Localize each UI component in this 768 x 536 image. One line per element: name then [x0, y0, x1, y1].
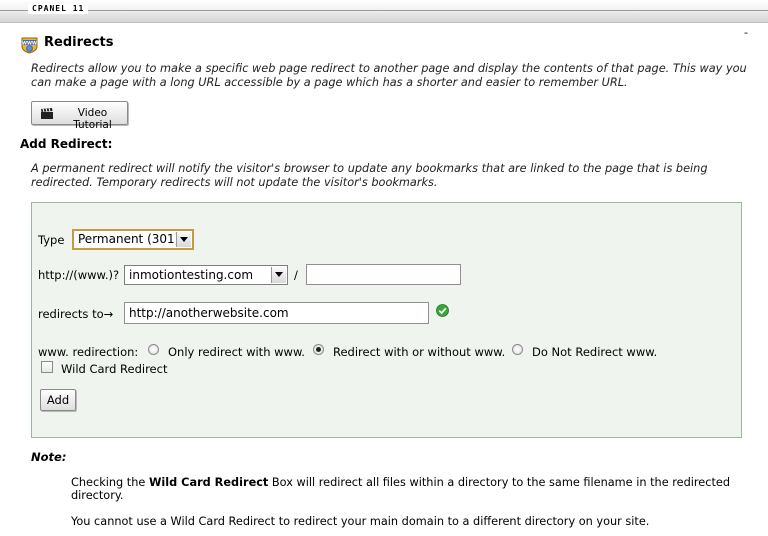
- type-select-value: Permanent (301): [78, 232, 180, 246]
- radio-with-or-without-www-label: Redirect with or without www.: [333, 345, 506, 359]
- type-label: Type: [38, 233, 65, 247]
- video-tutorial-button[interactable]: Video Tutorial: [31, 101, 128, 131]
- minimize-mark: -: [744, 26, 748, 39]
- path-separator: /: [294, 268, 298, 282]
- add-redirect-heading: Add Redirect:: [20, 137, 113, 151]
- url-prefix-label: http://(www.)?: [38, 268, 120, 282]
- add-button[interactable]: Add: [40, 389, 76, 411]
- page-title: Redirects: [44, 35, 114, 50]
- note-text-bold: Wild Card Redirect: [148, 476, 269, 489]
- redirects-to-label: redirects to→: [38, 307, 114, 321]
- video-tutorial-label: Video Tutorial: [73, 107, 112, 131]
- note-title: Note:: [31, 450, 67, 464]
- www-globe-icon: WWW: [21, 37, 38, 54]
- clapperboard-icon: [41, 108, 53, 119]
- path-input[interactable]: [306, 264, 461, 285]
- add-redirect-form: Type Permanent (301) http://(www.)? inmo…: [31, 202, 742, 438]
- chevron-down-icon[interactable]: [176, 232, 191, 247]
- wildcard-redirect-checkbox[interactable]: [41, 361, 53, 373]
- domain-select-value: inmotiontesting.com: [129, 268, 254, 282]
- www-redirection-label: www. redirection:: [38, 345, 139, 359]
- domain-select[interactable]: inmotiontesting.com: [124, 265, 288, 285]
- note-main-domain-text: You cannot use a Wild Card Redirect to r…: [71, 515, 650, 528]
- valid-check-icon: [436, 304, 449, 317]
- brand-label: CPANEL 11: [28, 4, 89, 14]
- note-wildcard-text: Checking the Wild Card Redirect Box will…: [71, 476, 751, 502]
- top-bar: CPANEL 11: [0, 0, 768, 23]
- radio-do-not-redirect-www-label: Do Not Redirect www.: [532, 345, 658, 359]
- redirect-target-input[interactable]: [124, 302, 429, 324]
- top-bar-line: [0, 10, 768, 11]
- redirects-description: Redirects allow you to make a specific w…: [31, 62, 747, 89]
- radio-with-or-without-www[interactable]: [313, 344, 324, 355]
- radio-do-not-redirect-www[interactable]: [512, 344, 523, 355]
- radio-only-www-label: Only redirect with www.: [168, 345, 305, 359]
- wildcard-redirect-label: Wild Card Redirect: [61, 362, 168, 376]
- type-select[interactable]: Permanent (301): [72, 229, 194, 250]
- radio-only-www[interactable]: [148, 344, 159, 355]
- chevron-down-icon[interactable]: [271, 267, 286, 283]
- note-text-before: Checking the: [71, 476, 149, 489]
- add-redirect-description: A permanent redirect will notify the vis…: [31, 162, 708, 189]
